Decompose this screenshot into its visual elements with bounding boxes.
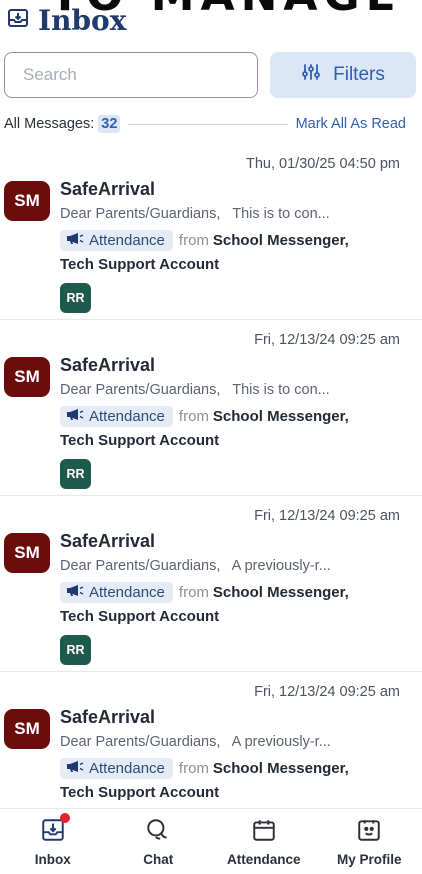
from-label: from (178, 584, 209, 601)
message-sender: SafeArrival (60, 707, 156, 727)
category-tag-label: Attendance (89, 408, 165, 425)
from-label: from (178, 760, 209, 777)
message-source: School Messenger, (212, 584, 349, 601)
chat-icon (145, 817, 171, 848)
message-meta: Attendance from School Messenger, (60, 406, 349, 427)
category-tag: Attendance (60, 582, 173, 603)
profile-icon (356, 817, 382, 848)
recipient-badge: RR (60, 459, 91, 489)
recipient-badge: RR (60, 283, 91, 313)
calendar-icon (251, 817, 277, 848)
message-meta: Attendance from School Messenger, (60, 230, 349, 251)
mark-all-read-button[interactable]: Mark All As Read (296, 116, 406, 132)
page-header: Inbox (0, 0, 422, 42)
page-title-text: Inbox (38, 4, 127, 37)
search-row: Filters (4, 52, 416, 100)
category-tag-label: Attendance (89, 232, 165, 249)
nav-item-inbox[interactable]: Inbox (0, 809, 106, 874)
page-title: Inbox (6, 4, 126, 37)
message-sender: SafeArrival (60, 179, 156, 199)
message-preview: Dear Parents/Guardians, A previously-r..… (60, 558, 331, 574)
filters-label: Filters (333, 64, 385, 85)
from-label: from (178, 232, 209, 249)
megaphone-icon (66, 584, 84, 601)
message-item[interactable]: Thu, 01/30/25 04:50 pm SM SafeArrival De… (0, 144, 422, 320)
summary-divider (128, 123, 288, 125)
message-preview: Dear Parents/Guardians, A previously-r..… (60, 734, 331, 750)
category-tag-label: Attendance (89, 760, 165, 777)
from-label: from (178, 408, 209, 425)
category-tag: Attendance (60, 230, 173, 251)
sender-avatar: SM (4, 709, 50, 749)
nav-item-my-profile[interactable]: My Profile (317, 809, 422, 874)
message-item[interactable]: Fri, 12/13/24 09:25 am SM SafeArrival De… (0, 496, 422, 672)
message-preview: Dear Parents/Guardians, This is to con..… (60, 382, 330, 398)
all-messages-label: All Messages: (4, 116, 95, 132)
sender-avatar: SM (4, 533, 50, 573)
message-source: School Messenger, (212, 408, 349, 425)
search-input[interactable] (4, 52, 258, 98)
message-timestamp: Fri, 12/13/24 09:25 am (254, 684, 400, 700)
nav-item-attendance[interactable]: Attendance (211, 809, 317, 874)
message-sender: SafeArrival (60, 531, 156, 551)
message-sender: SafeArrival (60, 355, 156, 375)
message-meta: Attendance from School Messenger, (60, 758, 349, 779)
category-tag-label: Attendance (89, 584, 165, 601)
category-tag: Attendance (60, 406, 173, 427)
message-timestamp: Thu, 01/30/25 04:50 pm (246, 156, 400, 172)
message-timestamp: Fri, 12/13/24 09:25 am (254, 332, 400, 348)
message-list: Thu, 01/30/25 04:50 pm SM SafeArrival De… (0, 144, 422, 808)
nav-label: Chat (143, 852, 174, 867)
message-recipient: Tech Support Account (60, 784, 220, 801)
message-source: School Messenger, (212, 232, 349, 249)
nav-label: Attendance (226, 852, 301, 867)
message-recipient: Tech Support Account (60, 432, 220, 449)
message-count-badge: 32 (98, 115, 121, 133)
message-preview: Dear Parents/Guardians, This is to con..… (60, 206, 330, 222)
message-timestamp: Fri, 12/13/24 09:25 am (254, 508, 400, 524)
megaphone-icon (66, 760, 84, 777)
filters-button[interactable]: Filters (270, 52, 416, 98)
inbox-icon (6, 4, 30, 37)
category-tag: Attendance (60, 758, 173, 779)
bottom-nav: Inbox Chat Attendance My Profile (0, 808, 422, 874)
nav-label: Inbox (34, 852, 71, 867)
nav-label: My Profile (336, 852, 402, 867)
message-recipient: Tech Support Account (60, 608, 220, 625)
sender-avatar: SM (4, 357, 50, 397)
nav-item-chat[interactable]: Chat (106, 809, 212, 874)
megaphone-icon (66, 408, 84, 425)
recipient-badge: RR (60, 635, 91, 665)
message-item[interactable]: Fri, 12/13/24 09:25 am SM SafeArrival De… (0, 672, 422, 808)
sliders-icon (301, 62, 321, 88)
message-summary: All Messages: 32 Mark All As Read (4, 112, 416, 136)
message-meta: Attendance from School Messenger, (60, 582, 349, 603)
notification-dot (59, 813, 70, 823)
message-source: School Messenger, (212, 760, 349, 777)
megaphone-icon (66, 232, 84, 249)
message-item[interactable]: Fri, 12/13/24 09:25 am SM SafeArrival De… (0, 320, 422, 496)
message-recipient: Tech Support Account (60, 256, 220, 273)
sender-avatar: SM (4, 181, 50, 221)
